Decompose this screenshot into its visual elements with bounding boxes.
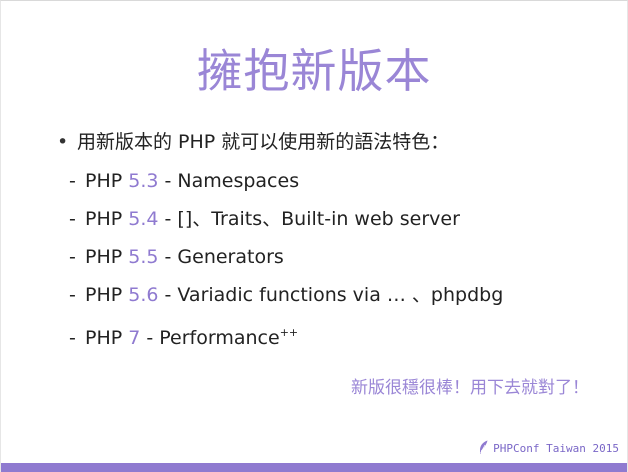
item-version: 5.4 [128, 208, 159, 230]
footer: PHPConf Taiwan 2015 [478, 440, 619, 457]
item-prefix: PHP [85, 327, 129, 349]
item-desc: - Namespaces [158, 170, 300, 192]
item-sup: ++ [279, 326, 299, 339]
dash-icon: - [69, 208, 76, 230]
list-item: - PHP 5.4 - []、Traits、Built-in web server [69, 205, 503, 243]
slide-title: 擁抱新版本 [196, 44, 432, 98]
list-item: - PHP 5.6 - Variadic functions via … 、php… [69, 281, 503, 319]
dash-icon: - [69, 284, 76, 306]
item-desc: - Variadic functions via … 、phpdbg [158, 284, 504, 306]
dash-icon: - [69, 170, 76, 192]
item-version: 5.3 [128, 170, 159, 192]
feather-icon [478, 440, 489, 457]
list-item: - PHP 5.5 - Generators [69, 243, 503, 281]
list-item: - PHP 7 - Performance++ [69, 319, 503, 357]
bullet-icon: • [57, 131, 69, 153]
dash-icon: - [69, 327, 76, 349]
item-prefix: PHP [85, 208, 129, 230]
lead-text: 用新版本的 PHP 就可以使用新的語法特色： [77, 131, 450, 153]
list-item: - PHP 5.3 - Namespaces [69, 167, 503, 205]
footer-text: PHPConf Taiwan 2015 [493, 442, 619, 455]
lead-bullet: • 用新版本的 PHP 就可以使用新的語法特色： [57, 128, 449, 156]
item-version: 7 [128, 327, 141, 349]
version-list: - PHP 5.3 - Namespaces - PHP 5.4 - []、Trai… [69, 167, 503, 357]
punchline: 新版很穩很棒！用下去就對了！ [351, 378, 589, 398]
item-prefix: PHP [85, 170, 129, 192]
item-version: 5.6 [128, 284, 159, 306]
item-version: 5.5 [128, 246, 159, 268]
footer-bar [1, 463, 627, 472]
item-desc: - Generators [158, 246, 284, 268]
slide: 擁抱新版本 • 用新版本的 PHP 就可以使用新的語法特色： - PHP 5.3 -… [0, 0, 628, 472]
item-desc: - []、Traits、Built-in web server [158, 208, 460, 230]
item-desc: - Performance [140, 327, 280, 349]
item-prefix: PHP [85, 284, 129, 306]
dash-icon: - [69, 246, 76, 268]
item-prefix: PHP [85, 246, 129, 268]
